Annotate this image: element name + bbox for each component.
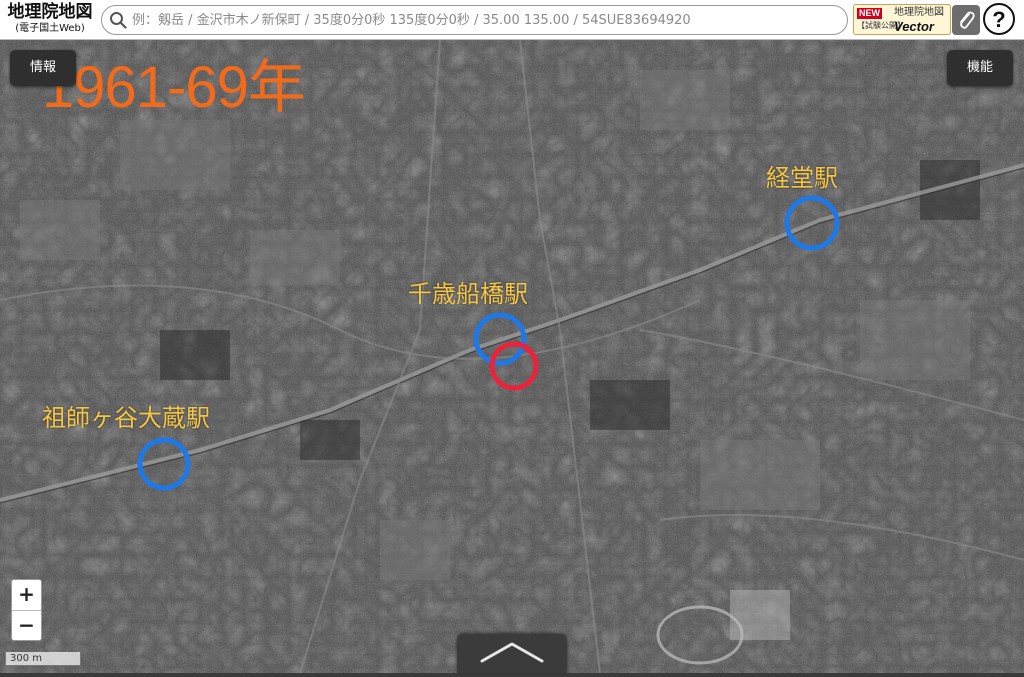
- era-label: 1961-69年: [42, 55, 306, 120]
- zoom-out-button[interactable]: −: [12, 611, 41, 641]
- chitose-funabashi-station-circle: [473, 312, 527, 366]
- kyodo-station-circle: [784, 195, 840, 251]
- functions-button[interactable]: 機能: [947, 50, 1013, 86]
- scale-label: 300 m: [10, 653, 43, 664]
- vector-title: 地理院地図: [894, 7, 944, 18]
- station-label-soshigaya-okura: 祖師ヶ谷大蔵駅: [42, 404, 210, 432]
- bottom-panel-toggle[interactable]: [457, 634, 567, 673]
- share-link-button[interactable]: [952, 5, 980, 35]
- search-input[interactable]: [132, 9, 837, 31]
- station-label-chitose-funabashi: 千歳船橋駅: [408, 280, 528, 308]
- search-icon[interactable]: [109, 11, 127, 29]
- help-button[interactable]: ?: [983, 3, 1015, 35]
- new-badge: NEW: [857, 8, 882, 19]
- info-button[interactable]: 情報: [10, 50, 76, 86]
- soshigaya-okura-station-circle: [137, 437, 191, 491]
- zoom-control: + −: [11, 579, 42, 641]
- scale-bar: 300 m: [5, 652, 81, 666]
- search-box[interactable]: [101, 5, 848, 35]
- app-logo[interactable]: 地理院地図 (電子国土Web): [4, 2, 96, 38]
- marker-red-circle: [489, 341, 539, 391]
- top-bar: 地理院地図 (電子国土Web) NEW 【試験公開】 地理院地図 Vector …: [0, 0, 1024, 40]
- chevron-up-icon: [480, 642, 544, 663]
- vector-word: Vector: [894, 19, 934, 34]
- logo-title: 地理院地図: [7, 2, 93, 22]
- vector-banner-button[interactable]: NEW 【試験公開】 地理院地図 Vector: [853, 4, 951, 35]
- zoom-in-button[interactable]: +: [12, 580, 41, 611]
- station-label-kyodo: 経堂駅: [766, 164, 838, 192]
- paperclip-icon: [960, 11, 975, 29]
- logo-subtitle: (電子国土Web): [15, 23, 85, 34]
